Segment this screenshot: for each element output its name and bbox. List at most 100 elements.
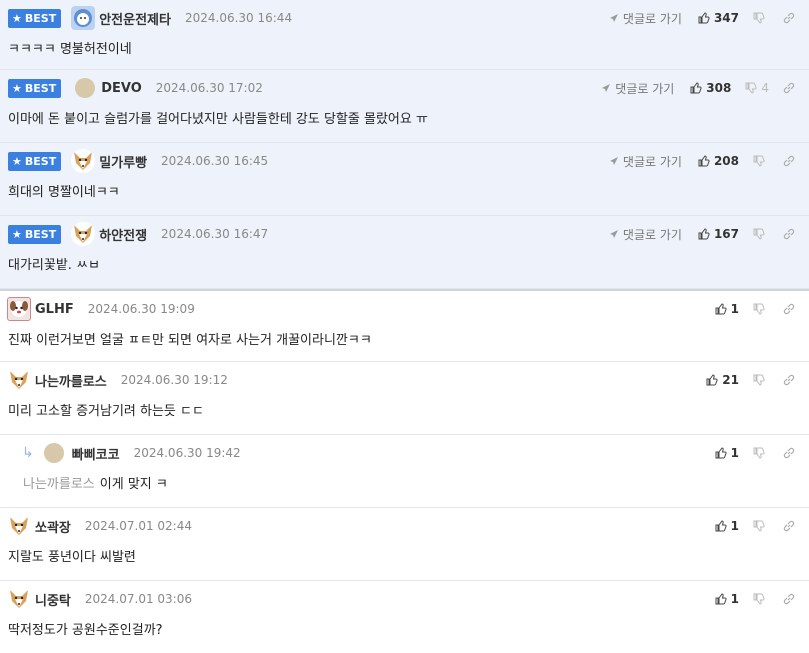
user-nickname[interactable]: DEVO	[101, 81, 142, 96]
user-avatar[interactable]	[71, 222, 96, 246]
like-button[interactable]: 167	[698, 227, 739, 241]
comment-item: ★ BEST 안전운전제타 2024.06.30 16:44 댓글로 가기 347…	[0, 0, 809, 70]
thumbs-down-icon	[753, 228, 765, 240]
comment-date: 2024.06.30 16:47	[161, 227, 269, 241]
like-button[interactable]: 347	[698, 11, 739, 25]
like-button[interactable]: 1	[715, 446, 739, 460]
send-icon	[609, 13, 619, 23]
user-nickname[interactable]: 하얀전쟁	[99, 225, 147, 244]
copy-link-button[interactable]	[783, 12, 795, 24]
user-avatar[interactable]	[7, 587, 31, 611]
copy-link-button[interactable]	[783, 155, 795, 167]
comment-date: 2024.07.01 02:44	[84, 519, 192, 533]
user-nickname[interactable]: 나는까를로스	[35, 371, 107, 390]
comment-text: 이마에 돈 붙이고 슬럼가를 걸어다녔지만 사람들한테 강도 당할줄 몰랐어요 …	[8, 112, 428, 127]
dislike-button[interactable]: 4	[745, 81, 769, 95]
copy-link-button[interactable]	[783, 374, 795, 386]
comment-text: 희대의 명짤이네ㅋㅋ	[8, 185, 120, 200]
user-avatar[interactable]	[7, 297, 31, 321]
fox-icon	[10, 590, 28, 608]
comment-item: 나는까를로스 2024.06.30 19:12 21 미리 고소할 증거남기려 …	[0, 362, 809, 435]
comment-item: ★ BEST DEVO 2024.06.30 17:02 댓글로 가기 308 4…	[0, 70, 809, 143]
comment-date: 2024.06.30 19:42	[133, 446, 241, 460]
send-icon	[609, 229, 619, 239]
dislike-button[interactable]	[753, 155, 769, 167]
user-nickname[interactable]: 안전운전제타	[99, 9, 171, 28]
comment-text: 대가리꽃밭. ㅆㅂ	[8, 258, 100, 273]
thumbs-down-icon	[753, 447, 765, 459]
user-nickname[interactable]: GLHF	[35, 302, 74, 317]
dog-icon	[10, 301, 28, 317]
comment-list: ★ BEST 안전운전제타 2024.06.30 16:44 댓글로 가기 347…	[0, 0, 809, 653]
user-avatar[interactable]	[71, 149, 96, 173]
thumbs-up-icon	[715, 593, 727, 605]
link-icon	[783, 520, 795, 532]
like-button[interactable]: 1	[715, 302, 739, 316]
dislike-button[interactable]	[753, 593, 769, 605]
user-nickname[interactable]: 빠삐코코	[72, 444, 120, 463]
link-icon	[783, 155, 795, 167]
comment-item: 쏘곽장 2024.07.01 02:44 1 지랄도 풍년이다 씨발련	[0, 508, 809, 581]
reply-mention[interactable]: 나는까를로스	[23, 477, 95, 492]
copy-link-button[interactable]	[783, 82, 795, 94]
thumbs-up-icon	[690, 82, 702, 94]
comment-item: GLHF 2024.06.30 19:09 1 진짜 이런거보면 얼굴 ㅍㅌ만 …	[0, 289, 809, 362]
go-to-reply-button[interactable]: 댓글로 가기	[609, 226, 682, 243]
dislike-button[interactable]	[753, 228, 769, 240]
best-badge: ★ BEST	[8, 78, 62, 98]
like-button[interactable]: 208	[698, 154, 739, 168]
user-nickname[interactable]: 니중탁	[35, 590, 71, 609]
reply-item: ↳ 빠삐코코 2024.06.30 19:42 1 나는까를로스 이게 맞지 ㅋ	[0, 435, 809, 508]
comment-text: 나는까를로스 이게 맞지 ㅋ	[23, 477, 168, 492]
best-badge: ★ BEST	[8, 224, 62, 244]
comment-item: ★ BEST 하얀전쟁 2024.06.30 16:47 댓글로 가기 167 대…	[0, 216, 809, 289]
copy-link-button[interactable]	[783, 593, 795, 605]
user-avatar[interactable]	[75, 78, 96, 98]
copy-link-button[interactable]	[783, 228, 795, 240]
go-to-reply-button[interactable]: 댓글로 가기	[601, 80, 674, 97]
send-icon	[609, 156, 619, 166]
thumbs-down-icon	[753, 593, 765, 605]
user-nickname[interactable]: 밀가루빵	[99, 152, 147, 171]
comment-date: 2024.06.30 16:45	[161, 154, 269, 168]
like-button[interactable]: 21	[706, 373, 739, 387]
dislike-button[interactable]	[753, 520, 769, 532]
like-button[interactable]: 1	[715, 519, 739, 533]
dislike-button[interactable]	[753, 374, 769, 386]
thumbs-down-icon	[745, 82, 757, 94]
thumbs-up-icon	[715, 520, 727, 532]
user-nickname[interactable]: 쏘곽장	[35, 517, 71, 536]
link-icon	[783, 303, 795, 315]
comment-date: 2024.06.30 19:09	[87, 302, 195, 316]
reply-arrow-icon: ↳	[22, 445, 34, 461]
thumbs-down-icon	[753, 374, 765, 386]
dislike-button[interactable]	[753, 303, 769, 315]
user-avatar[interactable]	[7, 514, 31, 538]
comment-date: 2024.07.01 03:06	[84, 592, 192, 606]
copy-link-button[interactable]	[783, 447, 795, 459]
fox-icon	[10, 371, 28, 389]
user-avatar[interactable]	[43, 443, 64, 463]
dislike-button[interactable]	[753, 12, 769, 24]
copy-link-button[interactable]	[783, 303, 795, 315]
thumbs-up-icon	[706, 374, 718, 386]
star-icon: ★	[12, 227, 22, 241]
thumbs-up-icon	[715, 447, 727, 459]
like-button[interactable]: 1	[715, 592, 739, 606]
thumbs-up-icon	[715, 303, 727, 315]
dislike-button[interactable]	[753, 447, 769, 459]
comment-date: 2024.06.30 19:12	[120, 373, 228, 387]
comment-text: ㅋㅋㅋㅋ 명불허전이네	[8, 42, 132, 57]
user-avatar[interactable]	[71, 6, 96, 30]
link-icon	[783, 228, 795, 240]
like-button[interactable]: 308	[690, 81, 731, 95]
star-icon: ★	[12, 11, 22, 25]
go-to-reply-button[interactable]: 댓글로 가기	[609, 10, 682, 27]
comment-text: 진짜 이런거보면 얼굴 ㅍㅌ만 되면 여자로 사는거 개꿀이라니깐ㅋㅋ	[8, 333, 372, 348]
comment-item: 니중탁 2024.07.01 03:06 1 딱저정도가 공원수준인걸까?	[0, 581, 809, 653]
user-avatar[interactable]	[7, 368, 31, 392]
copy-link-button[interactable]	[783, 520, 795, 532]
star-icon: ★	[12, 154, 22, 168]
comment-text: 딱저정도가 공원수준인걸까?	[8, 623, 163, 638]
go-to-reply-button[interactable]: 댓글로 가기	[609, 153, 682, 170]
